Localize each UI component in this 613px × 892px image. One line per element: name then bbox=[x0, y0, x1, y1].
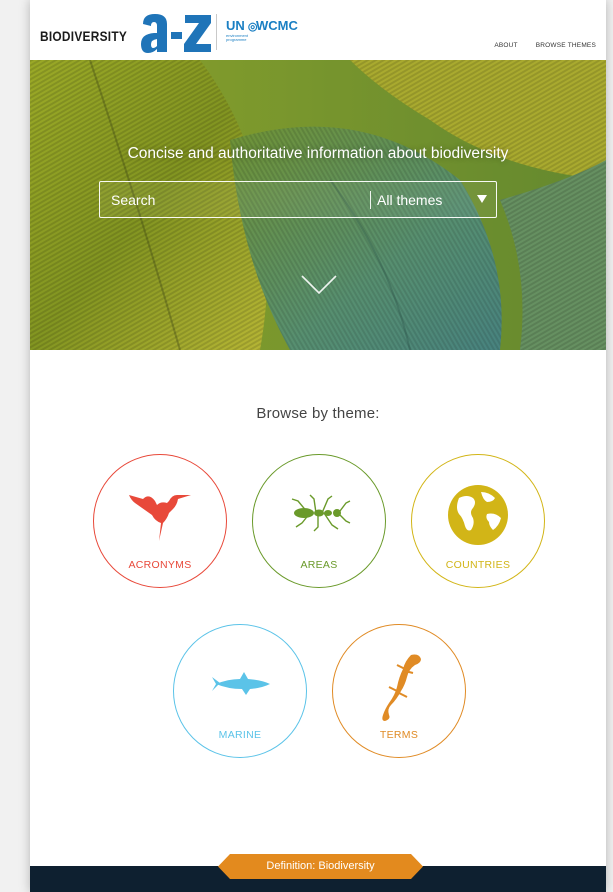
unep-text: UN bbox=[226, 18, 245, 33]
wcmc-logo[interactable]: WCMC bbox=[256, 18, 298, 33]
search-divider bbox=[370, 191, 371, 209]
theme-terms[interactable]: TERMS bbox=[332, 624, 466, 758]
chevron-down-icon[interactable] bbox=[300, 274, 338, 296]
logo-wordmark[interactable]: BIODIVERSITY bbox=[40, 28, 127, 44]
theme-label-areas: AREAS bbox=[300, 559, 338, 571]
search-bar: Search All themes bbox=[99, 181, 497, 218]
page: BIODIVERSITY UN ◎ environment programme … bbox=[30, 0, 606, 892]
hero-tagline: Concise and authoritative information ab… bbox=[127, 145, 509, 162]
theme-label-countries: COUNTRIES bbox=[445, 559, 511, 571]
theme-label-terms: TERMS bbox=[379, 729, 419, 741]
shark-icon bbox=[212, 672, 270, 695]
unep-logo[interactable]: UN ◎ environment programme bbox=[226, 18, 257, 42]
unep-subtitle: environment programme bbox=[226, 33, 249, 42]
theme-acronyms[interactable]: ACRONYMS bbox=[93, 454, 227, 588]
hummingbird-icon bbox=[129, 495, 191, 541]
salamander-icon bbox=[382, 654, 421, 721]
theme-select[interactable]: All themes bbox=[377, 192, 442, 208]
ant-icon bbox=[291, 494, 351, 532]
nav-browse-themes[interactable]: BROWSE THEMES bbox=[536, 42, 596, 49]
definition-tab-label: Definition: Biodiversity bbox=[266, 860, 375, 872]
hero-banner: Concise and authoritative information ab… bbox=[30, 60, 606, 350]
globe-icon bbox=[448, 485, 508, 545]
site-header: BIODIVERSITY UN ◎ environment programme … bbox=[30, 0, 606, 60]
browse-title: Browse by theme: bbox=[256, 405, 380, 422]
logo-divider bbox=[216, 14, 217, 50]
theme-label-marine: MARINE bbox=[218, 729, 262, 741]
theme-marine[interactable]: MARINE bbox=[173, 624, 307, 758]
definition-tab[interactable]: Definition: Biodiversity bbox=[218, 854, 423, 879]
nav-about[interactable]: ABOUT bbox=[494, 42, 517, 49]
caret-down-icon[interactable] bbox=[477, 195, 487, 203]
logo-az-icon[interactable] bbox=[140, 12, 214, 59]
theme-countries[interactable]: COUNTRIES bbox=[411, 454, 545, 588]
theme-areas[interactable]: AREAS bbox=[252, 454, 386, 588]
theme-label-acronyms: ACRONYMS bbox=[128, 559, 192, 571]
search-input[interactable]: Search bbox=[111, 192, 155, 208]
top-nav: ABOUT BROWSE THEMES bbox=[494, 42, 596, 49]
